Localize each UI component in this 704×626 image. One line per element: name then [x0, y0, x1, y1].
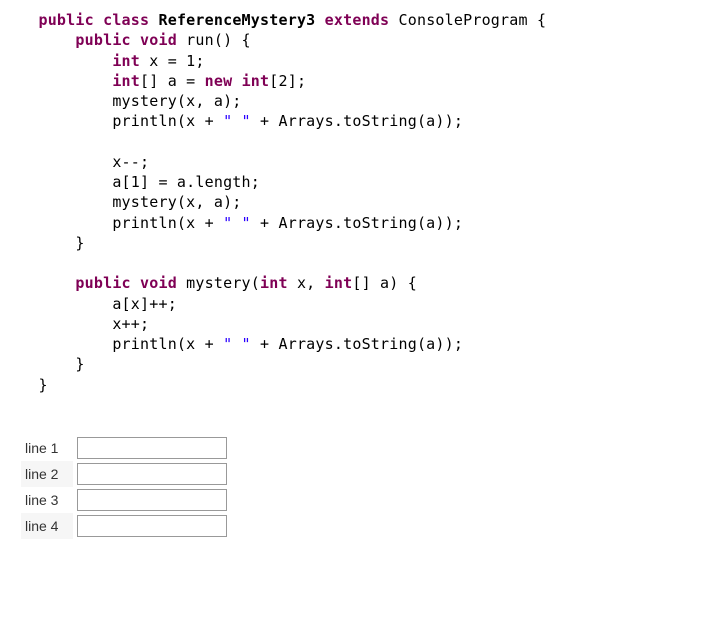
- code-text: + Arrays.toString(a));: [251, 214, 463, 232]
- code-text: }: [75, 234, 84, 252]
- kw: int: [325, 274, 353, 292]
- code-text: mystery(x, a);: [112, 193, 241, 211]
- code-block: public class ReferenceMystery3 extends C…: [20, 10, 684, 395]
- code-text: run() {: [177, 31, 251, 49]
- code-text: x = 1;: [140, 52, 205, 70]
- code-text: a[1] = a.length;: [112, 173, 260, 191]
- kw: int: [260, 274, 288, 292]
- line4-input[interactable]: [77, 515, 227, 537]
- input-cell: [73, 487, 232, 513]
- kw: new int: [205, 72, 270, 90]
- table-row: line 2: [21, 461, 232, 487]
- code-text: [] a) {: [352, 274, 417, 292]
- code-text: }: [75, 355, 84, 373]
- line2-input[interactable]: [77, 463, 227, 485]
- line1-input[interactable]: [77, 437, 227, 459]
- kw: extends: [325, 11, 390, 29]
- code-text: x,: [288, 274, 325, 292]
- code-text: mystery(: [177, 274, 260, 292]
- answer-label: line 1: [21, 435, 73, 461]
- string-literal: " ": [223, 112, 251, 130]
- code-text: mystery(x, a);: [112, 92, 241, 110]
- input-cell: [73, 461, 232, 487]
- table-row: line 3: [21, 487, 232, 513]
- code-text: + Arrays.toString(a));: [251, 335, 463, 353]
- kw: int: [112, 52, 140, 70]
- answer-label: line 3: [21, 487, 73, 513]
- answers-table: line 1 line 2 line 3 line 4: [20, 435, 232, 540]
- code-text: a[x]++;: [112, 295, 177, 313]
- table-row: line 4: [21, 513, 232, 539]
- code-text: }: [38, 376, 47, 394]
- code-text: println(x +: [112, 112, 223, 130]
- code-text: x++;: [112, 315, 149, 333]
- code-text: [2];: [269, 72, 306, 90]
- class-name: ReferenceMystery3: [149, 11, 324, 29]
- string-literal: " ": [223, 335, 251, 353]
- answer-label: line 2: [21, 461, 73, 487]
- code-text: + Arrays.toString(a));: [251, 112, 463, 130]
- kw: public class: [38, 11, 149, 29]
- line3-input[interactable]: [77, 489, 227, 511]
- input-cell: [73, 435, 232, 461]
- answer-label: line 4: [21, 513, 73, 539]
- code-text: println(x +: [112, 214, 223, 232]
- string-literal: " ": [223, 214, 251, 232]
- kw: public void: [75, 274, 177, 292]
- code-text: [] a =: [140, 72, 205, 90]
- code-text: println(x +: [112, 335, 223, 353]
- kw: public void: [75, 31, 177, 49]
- table-row: line 1: [21, 435, 232, 461]
- input-cell: [73, 513, 232, 539]
- kw: int: [112, 72, 140, 90]
- code-text: x--;: [112, 153, 149, 171]
- code-text: ConsoleProgram {: [389, 11, 546, 29]
